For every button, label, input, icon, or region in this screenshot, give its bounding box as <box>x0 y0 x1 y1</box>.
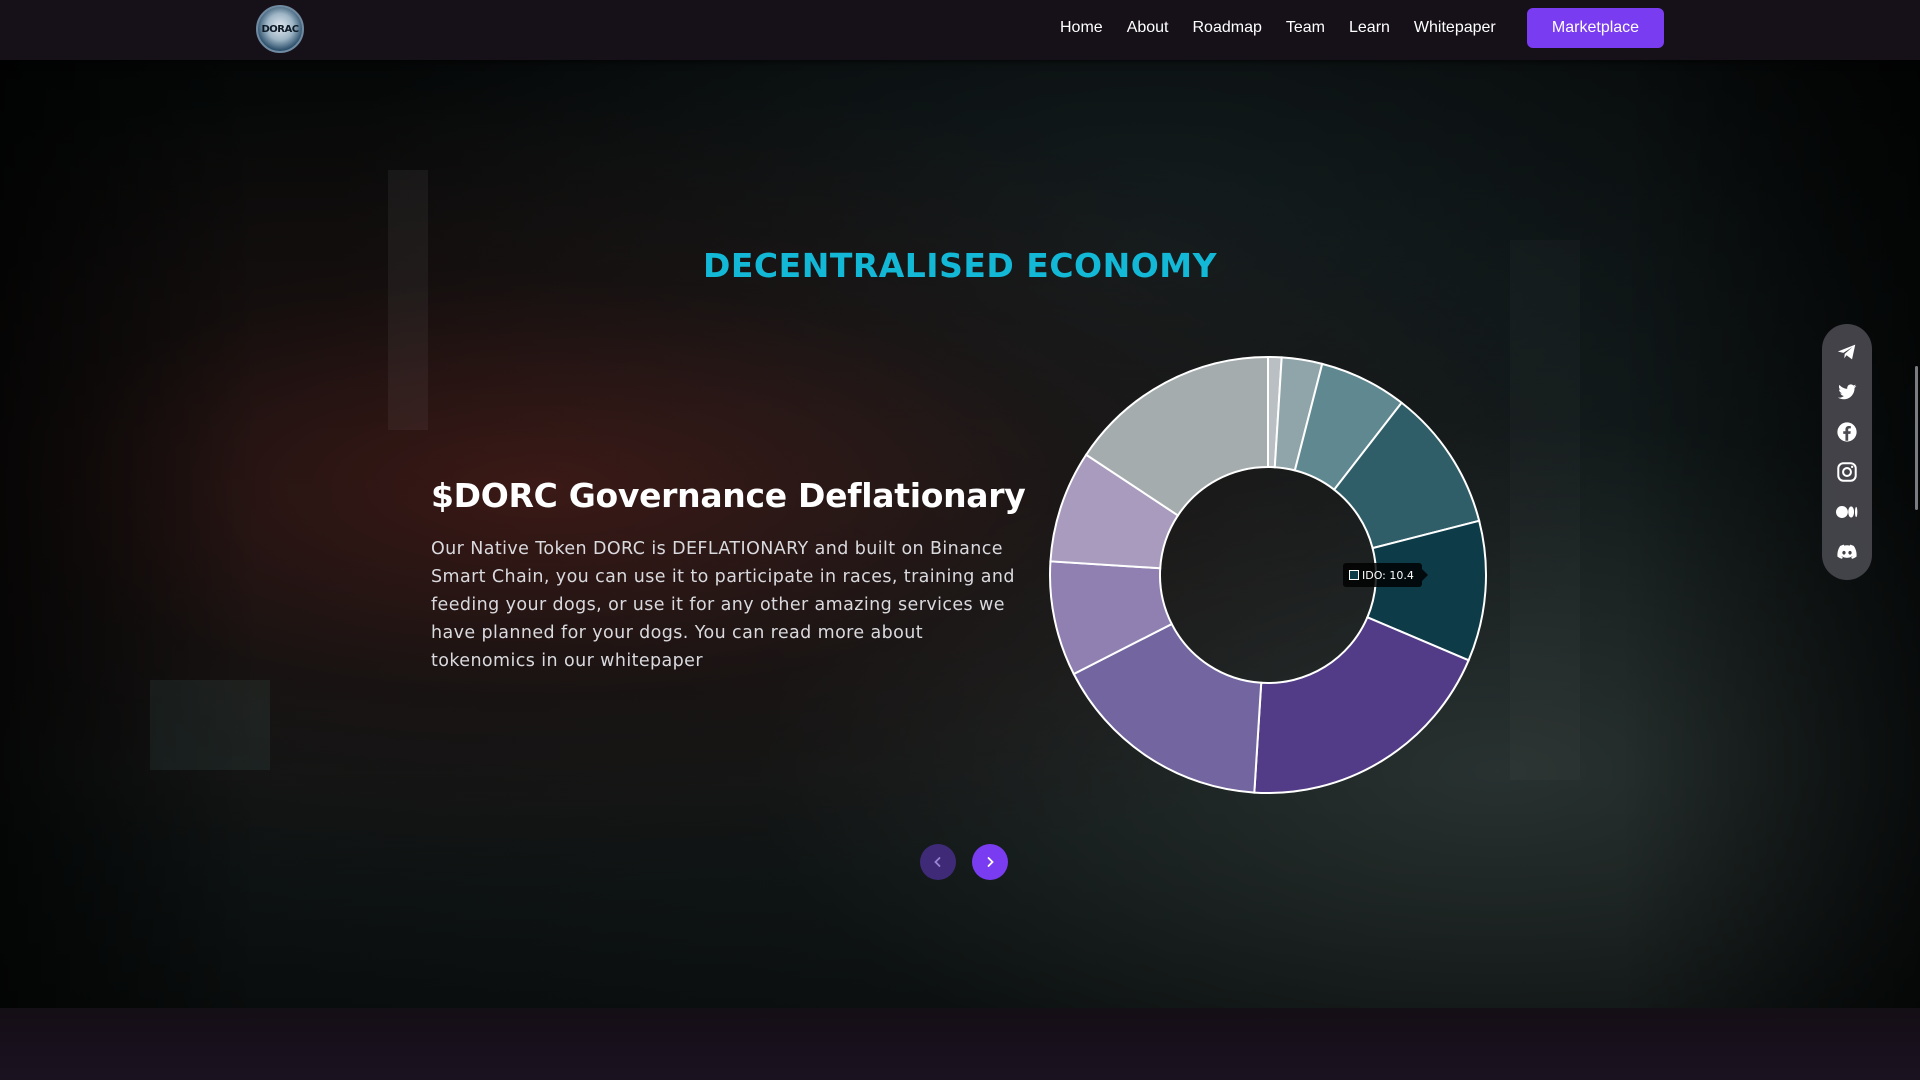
chevron-left-icon <box>934 857 941 867</box>
nav-link-roadmap[interactable]: Roadmap <box>1193 19 1262 37</box>
logo-text: DORAC <box>261 23 299 35</box>
nav-link-whitepaper[interactable]: Whitepaper <box>1414 19 1496 37</box>
top-navbar: DORAC Home About Roadmap Team Learn Whit… <box>0 0 1920 60</box>
slide-description: Our Native Token DORC is DEFLATIONARY an… <box>431 539 1015 671</box>
dorac-logo[interactable]: DORAC <box>256 5 304 53</box>
chevron-right-icon <box>987 857 994 867</box>
carousel-prev-button[interactable] <box>920 844 956 880</box>
hero-background <box>0 60 1920 1008</box>
chart-tooltip: IDO: 10.4 <box>1343 563 1428 587</box>
carousel-next-button[interactable] <box>972 844 1008 880</box>
nav-link-home[interactable]: Home <box>1060 19 1103 37</box>
twitter-icon[interactable] <box>1834 379 1860 405</box>
next-section-edge <box>0 1008 1920 1080</box>
discord-icon[interactable] <box>1834 539 1860 565</box>
page-scrollbar[interactable] <box>1915 366 1918 510</box>
nav-link-team[interactable]: Team <box>1286 19 1325 37</box>
tooltip-color-swatch <box>1349 570 1359 580</box>
marketplace-button[interactable]: Marketplace <box>1527 8 1664 48</box>
telegram-icon[interactable] <box>1834 339 1860 365</box>
slide-title: $DORC Governance Deflationary <box>431 476 1026 515</box>
nav-link-about[interactable]: About <box>1127 19 1169 37</box>
medium-icon[interactable] <box>1834 499 1860 525</box>
section-title: DECENTRALISED ECONOMY <box>703 246 1217 285</box>
nav-link-learn[interactable]: Learn <box>1349 19 1390 37</box>
facebook-icon[interactable] <box>1834 419 1860 445</box>
instagram-icon[interactable] <box>1834 459 1860 485</box>
tooltip-text: IDO: 10.4 <box>1362 568 1414 582</box>
nav-links: Home About Roadmap Team Learn Whitepaper <box>1060 0 1520 56</box>
social-links-rail <box>1822 324 1872 580</box>
